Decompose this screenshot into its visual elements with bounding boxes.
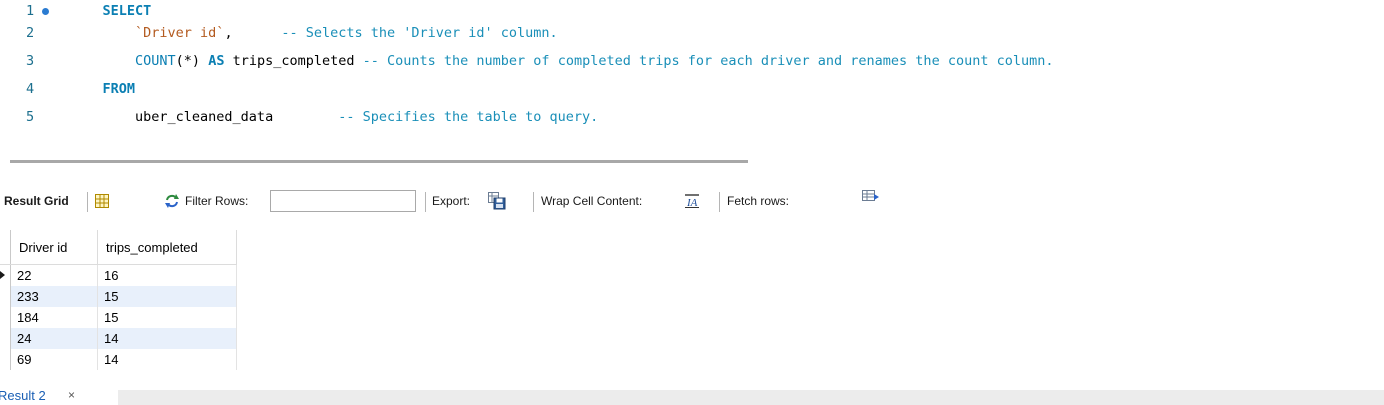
column-header-trips-completed[interactable]: trips_completed xyxy=(97,230,237,265)
table-row[interactable]: 184 15 xyxy=(0,307,237,328)
result-toolbar: Result Grid Filter Rows: Export: Wrap Ce… xyxy=(0,186,1384,218)
statement-marker-icon[interactable] xyxy=(42,8,49,15)
code-token: -- Selects the 'Driver id' column. xyxy=(281,25,558,41)
code-text: `Driver id`, -- Selects the 'Driver id' … xyxy=(70,22,558,44)
row-selector[interactable] xyxy=(0,264,11,286)
code-token: COUNT xyxy=(135,53,176,69)
cell-driver-id[interactable]: 233 xyxy=(10,286,98,307)
code-text: uber_cleaned_data -- Specifies the table… xyxy=(70,106,598,128)
filter-rows-label: Filter Rows: xyxy=(185,194,249,208)
result-grid-label[interactable]: Result Grid xyxy=(4,194,69,208)
line-number: 1 xyxy=(26,3,35,19)
code-token: SELECT xyxy=(70,3,152,19)
refresh-icon[interactable] xyxy=(164,194,180,208)
table-row[interactable]: 233 15 xyxy=(0,286,237,307)
tab-result-2[interactable]: Result 2 × xyxy=(0,390,118,405)
line-number: 4 xyxy=(26,81,35,97)
code-text: COUNT(*) AS trips_completed -- Counts th… xyxy=(70,50,1053,72)
code-line[interactable]: 1 SELECT xyxy=(0,0,1384,22)
table-row[interactable]: 22 16 xyxy=(0,264,237,286)
export-label: Export: xyxy=(432,194,471,208)
code-line[interactable]: 2 `Driver id`, -- Selects the 'Driver id… xyxy=(0,22,1384,44)
cell-trips-completed[interactable]: 16 xyxy=(97,264,237,286)
export-icon[interactable] xyxy=(488,192,506,210)
toolbar-separator xyxy=(425,192,426,212)
fetch-rows-icon[interactable] xyxy=(862,190,882,204)
sql-editor[interactable]: 1 SELECT 2 `Driver id`, -- Selects the 'D… xyxy=(0,0,1384,152)
code-token: AS xyxy=(208,53,225,69)
toolbar-separator xyxy=(719,192,720,212)
code-text: FROM xyxy=(70,78,136,100)
line-number: 2 xyxy=(26,25,35,41)
code-line[interactable]: 4 FROM xyxy=(0,78,1384,100)
line-number: 5 xyxy=(26,109,35,125)
code-token: -- Counts the number of completed trips … xyxy=(362,53,1054,69)
line-number: 3 xyxy=(26,53,35,69)
current-row-arrow-icon xyxy=(0,271,5,279)
code-line[interactable]: 5 uber_cleaned_data -- Specifies the tab… xyxy=(0,106,1384,128)
result-table: Driver id trips_completed 22 16 233 15 1… xyxy=(0,230,237,370)
result-area: Result Grid Filter Rows: Export: Wrap Ce… xyxy=(0,172,1384,405)
row-selector[interactable] xyxy=(0,328,11,349)
table-row[interactable]: 24 14 xyxy=(0,328,237,349)
cell-trips-completed[interactable]: 14 xyxy=(97,349,237,370)
code-token: -- Specifies the table to query. xyxy=(338,109,599,125)
wrap-cell-content-label: Wrap Cell Content: xyxy=(541,194,643,208)
code-token: FROM xyxy=(70,81,136,97)
column-header-driver-id[interactable]: Driver id xyxy=(10,230,98,265)
tab-result-2-label: Result 2 xyxy=(0,390,46,403)
editor-horizontal-scrollbar[interactable] xyxy=(10,160,748,163)
code-token: , xyxy=(224,25,282,41)
filter-rows-input[interactable] xyxy=(270,190,416,212)
close-tab-icon[interactable]: × xyxy=(68,390,75,405)
cell-trips-completed[interactable]: 14 xyxy=(97,328,237,349)
code-text: SELECT xyxy=(70,0,152,22)
result-tab-bar: Result 2 × xyxy=(0,390,1384,405)
svg-text:IA: IA xyxy=(686,197,698,208)
row-selector-header xyxy=(0,230,11,265)
row-selector[interactable] xyxy=(0,286,11,307)
toolbar-separator xyxy=(87,192,88,212)
code-token: (*) xyxy=(175,53,209,69)
cell-trips-completed[interactable]: 15 xyxy=(97,286,237,307)
result-grid[interactable]: Driver id trips_completed 22 16 233 15 1… xyxy=(0,230,237,370)
cell-driver-id[interactable]: 69 xyxy=(10,349,98,370)
wrap-cell-content-icon[interactable]: IA xyxy=(684,194,700,208)
toolbar-separator xyxy=(533,192,534,212)
row-selector[interactable] xyxy=(0,349,11,370)
cell-driver-id[interactable]: 184 xyxy=(10,307,98,328)
cell-driver-id[interactable]: 24 xyxy=(10,328,98,349)
code-token: `Driver id` xyxy=(135,25,225,41)
code-line[interactable]: 3 COUNT(*) AS trips_completed -- Counts … xyxy=(0,50,1384,72)
fetch-rows-label: Fetch rows: xyxy=(727,194,790,208)
row-selector[interactable] xyxy=(0,307,11,328)
code-token: trips_completed xyxy=(224,53,363,69)
cell-trips-completed[interactable]: 15 xyxy=(97,307,237,328)
code-token: uber_cleaned_data xyxy=(70,109,339,125)
cell-driver-id[interactable]: 22 xyxy=(10,264,98,286)
grid-view-icon[interactable] xyxy=(95,194,109,208)
table-header-row: Driver id trips_completed xyxy=(0,230,237,265)
table-row[interactable]: 69 14 xyxy=(0,349,237,370)
